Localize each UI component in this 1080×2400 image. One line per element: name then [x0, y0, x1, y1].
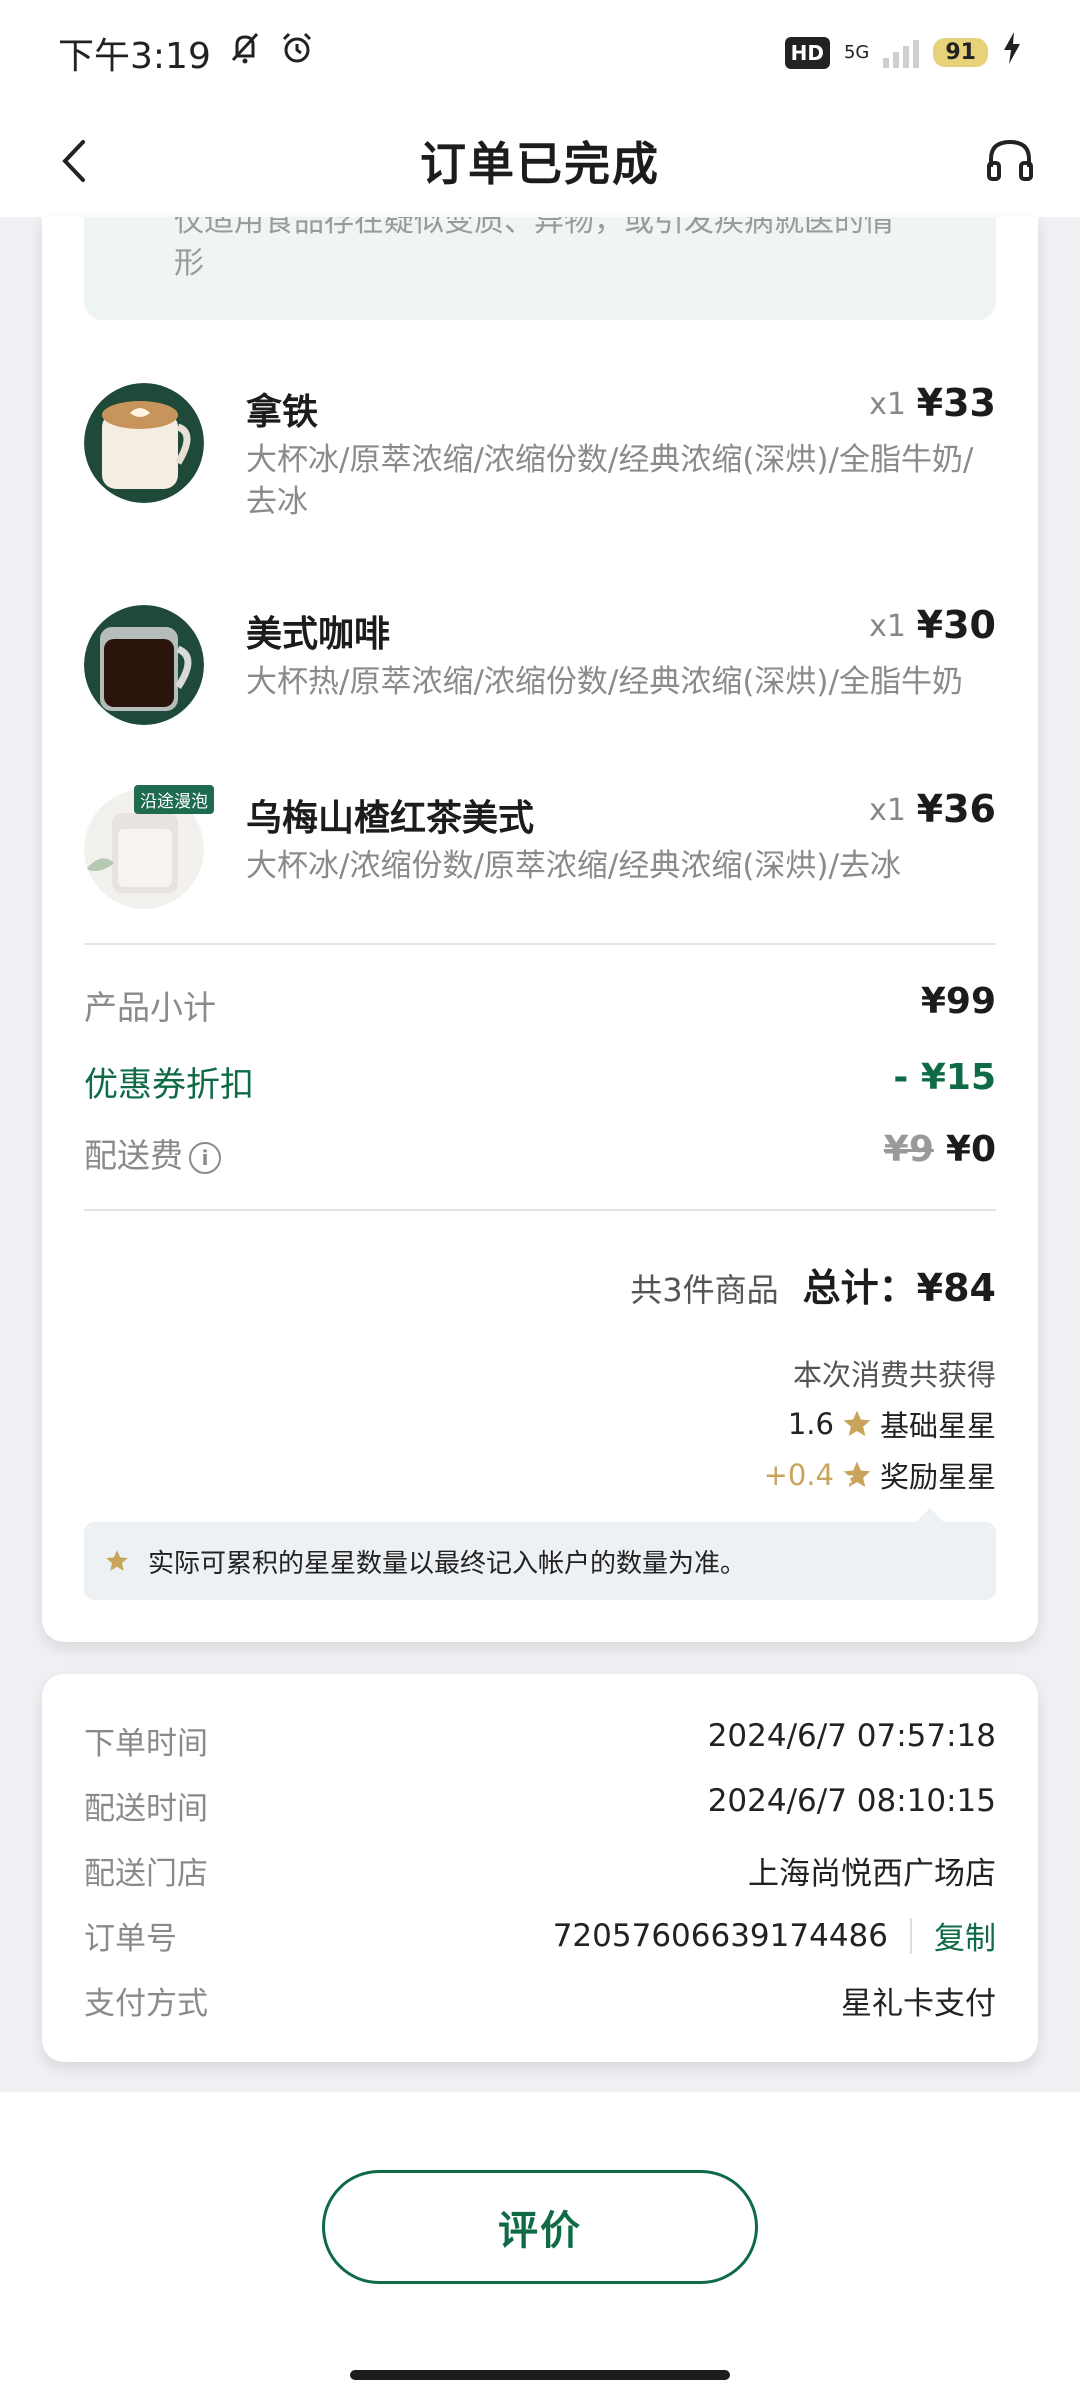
coupon-value: - ¥15	[893, 1057, 996, 1098]
info-value: 上海尚悦西广场店	[748, 1856, 996, 1892]
order-number: 72057606639174486	[552, 1917, 888, 1954]
total-row: 共3件商品 总计：¥84	[630, 1257, 996, 1312]
star-icon	[106, 1550, 128, 1571]
info-key: 订单号	[84, 1921, 177, 1957]
item-price: ¥30	[916, 603, 996, 647]
copy-button[interactable]: 复制	[934, 1913, 996, 1958]
hd-badge: HD	[784, 36, 830, 69]
item-price: ¥36	[916, 787, 996, 831]
page-title: 订单已完成	[420, 137, 660, 191]
item-price: ¥33	[916, 381, 996, 425]
order-total: 总计：¥84	[802, 1266, 996, 1310]
customer-service-button[interactable]	[978, 129, 1042, 193]
headset-icon	[987, 139, 1033, 181]
mute-icon	[227, 30, 263, 75]
coupon-row: 优惠券折扣 - ¥15	[84, 1057, 996, 1107]
bonus-stars-row: +0.4 奖励星星	[764, 1449, 996, 1500]
divider	[84, 943, 996, 945]
signal-icon	[883, 38, 920, 68]
separator	[910, 1917, 912, 1954]
header: 订单已完成	[0, 105, 1080, 217]
network-label: 5G	[843, 41, 870, 63]
base-stars-label: 基础星星	[879, 1408, 996, 1443]
rate-button[interactable]: 评价	[322, 2170, 758, 2284]
bonus-stars-label: 奖励星星	[879, 1459, 996, 1494]
notice-text-line1: 仅适用食品存在疑似变质、异物，或引发疾病就医的情	[174, 217, 894, 239]
status-time: 下午3:19	[58, 35, 211, 77]
base-stars-amount: 1.6	[787, 1406, 834, 1441]
payment-method-row: 支付方式 星礼卡支付	[84, 1978, 996, 2028]
item-qty: x1	[869, 793, 906, 828]
order-item[interactable]: 拿铁 x1 ¥33 大杯冰/原萃浓缩/浓缩份数/经典浓缩(深烘)/全脂牛奶/去冰	[84, 381, 996, 533]
stars-tip: 实际可累积的星星数量以最终记入帐户的数量为准。	[84, 1508, 996, 1600]
stars-earned: 本次消费共获得 1.6 基础星星 +0.4 奖励星星	[764, 1347, 996, 1500]
info-key: 支付方式	[84, 1986, 208, 2022]
info-key: 下单时间	[84, 1726, 208, 1762]
delivery-price: ¥0	[945, 1129, 996, 1170]
status-bar: 下午3:19 HD 5G 91	[0, 0, 1080, 105]
order-item[interactable]: 沿途漫泡 乌梅山楂红茶美式 x1 ¥36 大杯冰/浓缩份数/原萃浓缩/经典浓缩(…	[84, 785, 996, 909]
order-card: 仅适用食品存在疑似变质、异物，或引发疾病就医的情 形 拿铁 x1 ¥33 大杯冰…	[42, 217, 1038, 1642]
store-row: 配送门店 上海尚悦西广场店	[84, 1848, 996, 1898]
charging-icon	[1002, 32, 1022, 73]
item-name: 乌梅山楂红茶美式	[246, 798, 535, 839]
subtotal-row: 产品小计 ¥99	[84, 981, 996, 1031]
subtotal-label: 产品小计	[84, 988, 216, 1027]
item-spec: 大杯热/原萃浓缩/浓缩份数/经典浓缩(深烘)/全脂牛奶	[246, 664, 963, 700]
battery-indicator: 91	[933, 38, 988, 67]
item-count: 共3件商品	[630, 1271, 779, 1309]
delivery-fee-row: 配送费 i ¥9 ¥0	[84, 1129, 996, 1179]
chevron-left-icon	[62, 140, 85, 182]
item-tag: 沿途漫泡	[134, 785, 214, 814]
info-value: 2024/6/7 08:10:15	[707, 1783, 996, 1819]
back-button[interactable]	[44, 131, 104, 191]
info-key: 配送时间	[84, 1791, 208, 1827]
stars-heading: 本次消费共获得	[792, 1357, 996, 1392]
item-qty: x1	[869, 387, 906, 422]
order-number-value: 72057606639174486 复制	[553, 1913, 996, 1958]
item-name: 美式咖啡	[246, 614, 391, 655]
notice-text-line2: 形	[174, 246, 204, 281]
stars-tip-text: 实际可累积的星星数量以最终记入帐户的数量为准。	[148, 1548, 747, 1579]
star-icon	[843, 1410, 871, 1436]
info-value: 2024/6/7 07:57:18	[707, 1718, 996, 1754]
alarm-icon	[279, 30, 315, 75]
delivery-time-row: 配送时间 2024/6/7 08:10:15	[84, 1783, 996, 1833]
subtotal-value: ¥99	[920, 981, 996, 1022]
info-icon[interactable]: i	[189, 1141, 221, 1174]
delivery-fee-value: ¥9 ¥0	[884, 1129, 996, 1170]
delivery-fee-label: 配送费 i	[84, 1129, 221, 1177]
bottom-action-bar: 评价	[0, 2092, 1080, 2400]
info-key: 配送门店	[84, 1856, 208, 1892]
order-info-card: 下单时间 2024/6/7 07:57:18 配送时间 2024/6/7 08:…	[42, 1674, 1038, 2062]
order-time-row: 下单时间 2024/6/7 07:57:18	[84, 1718, 996, 1768]
item-spec: 大杯冰/浓缩份数/原萃浓缩/经典浓缩(深烘)/去冰	[246, 848, 901, 884]
item-qty: x1	[869, 609, 906, 644]
coupon-label: 优惠券折扣	[84, 1065, 254, 1105]
bonus-stars-amount: +0.4	[763, 1457, 834, 1492]
item-name: 拿铁	[246, 392, 319, 433]
home-indicator[interactable]	[350, 2370, 730, 2380]
order-number-row: 订单号 72057606639174486 复制	[84, 1913, 996, 1963]
order-item[interactable]: 美式咖啡 x1 ¥30 大杯热/原萃浓缩/浓缩份数/经典浓缩(深烘)/全脂牛奶	[84, 603, 996, 725]
info-value: 星礼卡支付	[841, 1986, 996, 2022]
item-spec: 大杯冰/原萃浓缩/浓缩份数/经典浓缩(深烘)/全脂牛奶/去冰	[246, 442, 974, 520]
latte-image	[84, 383, 204, 503]
bonus-star-icon	[843, 1461, 871, 1487]
divider	[84, 1209, 996, 1211]
notice-box: 仅适用食品存在疑似变质、异物，或引发疾病就医的情 形	[84, 217, 996, 320]
base-stars-row: 1.6 基础星星	[764, 1398, 996, 1449]
delivery-original-price: ¥9	[883, 1129, 934, 1170]
americano-image	[84, 605, 204, 725]
